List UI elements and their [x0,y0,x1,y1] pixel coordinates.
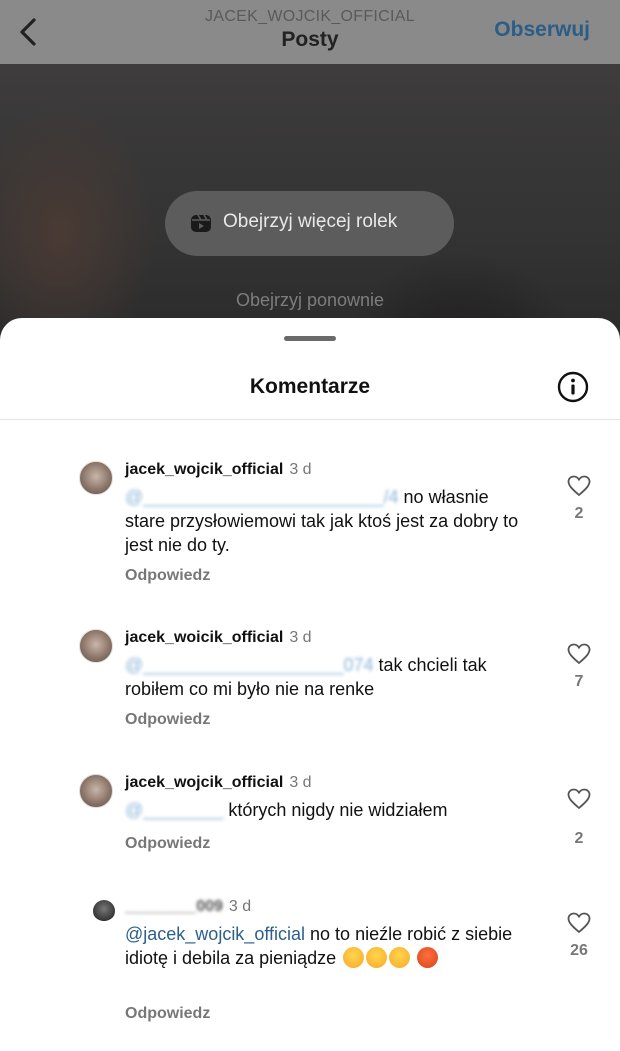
like-count: 7 [574,673,584,690]
top-bar: JACEK_WOJCIK_OFFICIAL Posty Obserwuj [0,0,620,64]
like-count: 2 [574,830,584,847]
reply-button[interactable]: Odpowiedz [125,567,210,585]
like-count: 26 [570,942,588,959]
comment-header: jacek_wojcik_official 3 d [125,774,312,792]
comment-username[interactable]: jacek_wojcik_official [125,774,283,791]
info-icon[interactable] [557,371,589,403]
heart-icon[interactable] [567,643,591,665]
angry-emoji-icon [417,947,439,968]
follow-button[interactable]: Obserwuj [494,18,590,42]
reels-icon [191,214,211,232]
comment-text: @jacek_wojcik_official no to nieźle robi… [125,922,520,970]
replay-button[interactable]: Obejrzyj ponownie [0,290,620,311]
heart-icon[interactable] [567,788,591,810]
laughing-emoji-icon [366,947,388,968]
comment-time: 3 d [228,898,252,915]
comment-mention[interactable]: @________________________/4 [125,487,399,507]
reply-button[interactable]: Odpowiedz [125,711,210,729]
comment-mention[interactable]: @jacek_wojcik_official [125,924,305,944]
comment-username[interactable]: jacek_wojcik_official [125,461,283,478]
avatar[interactable] [79,774,113,808]
laughing-emoji-icon [389,947,411,968]
comment-time: 3 d [289,629,312,646]
avatar[interactable] [79,461,113,495]
reply-button[interactable]: Odpowiedz [125,1005,210,1023]
comment-header: ________009 3 d [125,898,251,916]
comment-time: 3 d [289,774,312,791]
video-player[interactable]: Obejrzyj więcej rolek Obejrzyj ponownie [0,64,620,354]
header-divider [0,419,620,420]
comment-text: @________ których nigdy nie widziałem [125,798,520,822]
watch-more-reels-label: Obejrzyj więcej rolek [223,211,398,232]
comment-mention[interactable]: @________ [125,800,223,820]
laughing-emoji-icon [343,947,365,968]
watch-more-reels-button[interactable]: Obejrzyj więcej rolek [165,191,454,256]
comment-username[interactable]: jacek_woicik_official [125,629,283,646]
comment-text: @____________________074 tak chcieli tak… [125,653,520,701]
comment-text: @________________________/4 no własnie s… [125,485,520,557]
comment-mention[interactable]: @____________________074 [125,655,374,675]
avatar[interactable] [93,900,115,922]
comment-header: jacek_woicik_official 3 d [125,629,312,647]
comments-title: Komentarze [249,375,371,398]
comment-time: 3 d [289,461,312,478]
comment-username[interactable]: ________009 [125,898,223,915]
avatar[interactable] [79,629,113,663]
comment-body: których nigdy nie widziałem [223,800,448,820]
like-count: 2 [574,505,584,522]
comment-header: jacek_wojcik_official 3 d [125,461,312,479]
sheet-drag-handle[interactable] [284,336,336,341]
heart-icon[interactable] [567,912,591,934]
reply-button[interactable]: Odpowiedz [125,835,210,853]
heart-icon[interactable] [567,475,591,497]
comments-sheet: Komentarze jacek_wojcik_official 3 d @___… [0,318,620,1051]
